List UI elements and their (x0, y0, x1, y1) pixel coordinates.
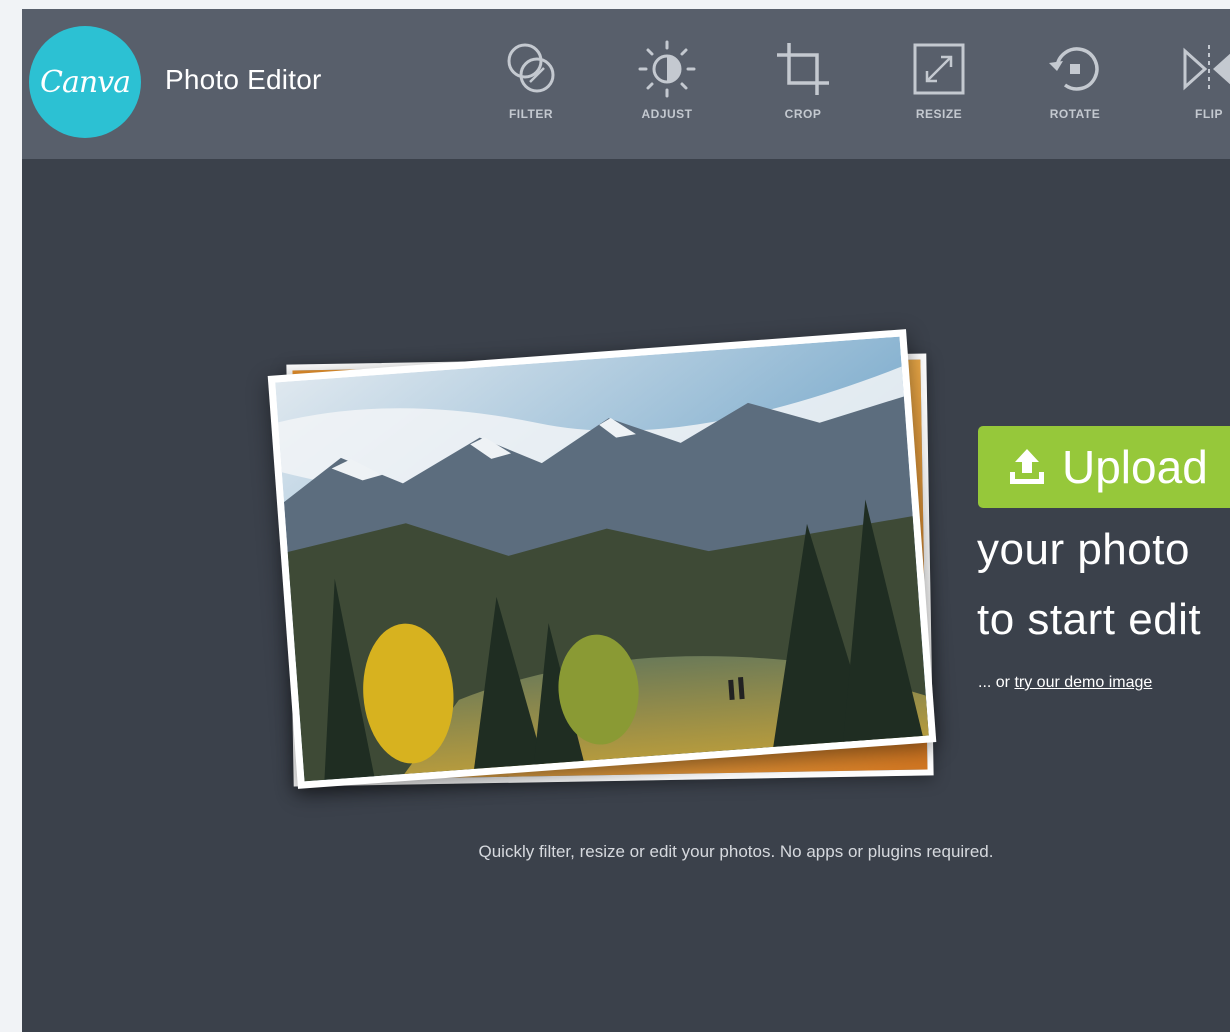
tool-filter[interactable]: FILTER (476, 37, 586, 137)
crop-icon (777, 43, 829, 95)
demo-image-link[interactable]: try our demo image (1014, 674, 1152, 691)
tool-label-filter: FILTER (508, 107, 554, 121)
logo-text: Canva (40, 64, 131, 100)
cta-text-line2: to start edit (977, 595, 1202, 644)
preview-photo (267, 329, 937, 789)
top-toolbar: Canva Photo Editor FILTER ADJUST CROP RE… (22, 9, 1230, 159)
tool-label-flip: FLIP (1195, 107, 1223, 121)
tagline: Quickly filter, resize or edit your phot… (478, 842, 994, 861)
editor-stage: Upload your photo to start edit ... or t… (22, 159, 1230, 1032)
mountain-landscape-image (275, 336, 929, 782)
upload-icon (1010, 449, 1044, 484)
tool-adjust[interactable]: ADJUST (612, 37, 722, 137)
tool-label-resize: RESIZE (915, 107, 963, 121)
adjust-icon (638, 40, 696, 98)
tool-label-crop: CROP (784, 107, 822, 121)
app-title: Photo Editor (165, 64, 322, 95)
tool-flip[interactable]: FLIP (1154, 37, 1230, 137)
tool-resize[interactable]: RESIZE (884, 37, 994, 137)
demo-row: ... or try our demo image (978, 674, 1152, 692)
tool-label-adjust: ADJUST (641, 107, 693, 121)
filter-icon (507, 43, 555, 93)
resize-icon (913, 43, 965, 95)
upload-label: Upload (1062, 441, 1208, 493)
tool-label-rotate: ROTATE (1049, 107, 1101, 121)
upload-button[interactable]: Upload (978, 426, 1230, 508)
tool-rotate[interactable]: ROTATE (1020, 37, 1130, 137)
tool-crop[interactable]: CROP (748, 37, 858, 137)
cta-text-line1: your photo (977, 525, 1190, 574)
canva-logo[interactable]: Canva (29, 26, 141, 138)
demo-prefix: ... or (978, 674, 1015, 691)
flip-icon (1183, 45, 1230, 93)
rotate-icon (1049, 47, 1099, 91)
photo-editor-app: Canva Photo Editor FILTER ADJUST CROP RE… (22, 9, 1230, 1032)
